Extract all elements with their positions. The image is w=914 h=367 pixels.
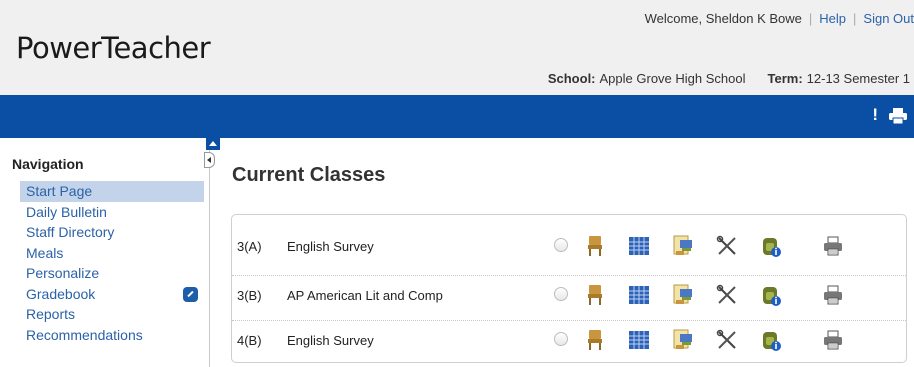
school-label: School: (547, 71, 596, 86)
class-name: English Survey (287, 239, 374, 254)
user-bar: Welcome, Sheldon K Bowe | Help | Sign Out (645, 11, 914, 26)
seating-chart-icon[interactable] (672, 235, 694, 257)
nav-item-daily-bulletin[interactable]: Daily Bulletin (20, 202, 204, 223)
alert-icon[interactable]: ! (872, 105, 878, 125)
class-row[interactable]: 3(A) English Survey (232, 227, 906, 265)
collapse-sidebar-icon[interactable] (204, 152, 215, 168)
sign-out-link[interactable]: Sign Out (863, 11, 914, 26)
seating-chart-icon[interactable] (672, 284, 694, 306)
logo: PowerTeacher (16, 31, 211, 65)
grid-calendar-icon[interactable] (628, 329, 650, 351)
select-radio[interactable] (554, 287, 568, 301)
print-icon[interactable] (822, 235, 844, 257)
gradebook-launch-icon[interactable] (183, 286, 198, 302)
nav-list: Start Page Daily Bulletin Staff Director… (20, 181, 204, 345)
school-term-bar: School: Apple Grove High School Term: 12-13… (548, 71, 910, 86)
navigation-title: Navigation (12, 156, 84, 172)
attendance-chair-icon[interactable] (584, 329, 606, 351)
tools-icon[interactable] (716, 235, 738, 257)
nav-item-gradebook[interactable]: Gradebook (20, 284, 204, 305)
nav-item-staff-directory[interactable]: Staff Directory (20, 222, 204, 243)
help-link[interactable]: Help (819, 11, 846, 26)
class-period: 4(B) (237, 333, 262, 348)
class-name: English Survey (287, 333, 374, 348)
attendance-chair-icon[interactable] (584, 235, 606, 257)
page-title: Current Classes (232, 164, 386, 186)
attendance-chair-icon[interactable] (584, 284, 606, 306)
class-row[interactable]: 4(B) English Survey (232, 320, 906, 358)
class-period: 3(B) (237, 288, 262, 303)
backpack-info-icon[interactable] (760, 329, 782, 351)
term-value: 12-13 Semester 1 (806, 71, 910, 86)
nav-item-recommendations[interactable]: Recommendations (20, 325, 204, 346)
welcome-text: Welcome, Sheldon K Bowe (644, 11, 802, 26)
nav-item-reports[interactable]: Reports (20, 304, 204, 325)
tools-icon[interactable] (716, 284, 738, 306)
print-icon[interactable] (822, 329, 844, 351)
class-name: AP American Lit and Comp (287, 288, 443, 303)
divider: | (853, 11, 857, 26)
divider: | (808, 11, 813, 26)
class-row[interactable]: 3(B) AP American Lit and Comp (232, 275, 906, 313)
print-icon[interactable] (888, 107, 908, 125)
select-radio[interactable] (554, 332, 568, 346)
nav-item-start-page[interactable]: Start Page (20, 181, 204, 202)
school-value: Apple Grove High School (599, 71, 746, 86)
term-label: Term: (767, 71, 803, 86)
header: PowerTeacher Welcome, Sheldon K Bowe | Hel… (0, 0, 914, 95)
grid-calendar-icon[interactable] (628, 284, 650, 306)
grid-calendar-icon[interactable] (628, 235, 650, 257)
print-icon[interactable] (822, 284, 844, 306)
nav-item-meals[interactable]: Meals (20, 243, 204, 264)
class-period: 3(A) (237, 239, 262, 254)
seating-chart-icon[interactable] (672, 329, 694, 351)
nav-item-personalize[interactable]: Personalize (20, 263, 204, 284)
classes-table: 3(A) English Survey 3(B) AP American Lit… (231, 214, 907, 363)
backpack-info-icon[interactable] (760, 284, 782, 306)
sidebar: Navigation Start Page Daily Bulletin Sta… (0, 138, 210, 367)
backpack-info-icon[interactable] (760, 235, 782, 257)
toolbar: ! (0, 95, 914, 138)
select-radio[interactable] (554, 238, 568, 252)
tools-icon[interactable] (716, 329, 738, 351)
collapse-header-icon[interactable] (206, 138, 220, 150)
